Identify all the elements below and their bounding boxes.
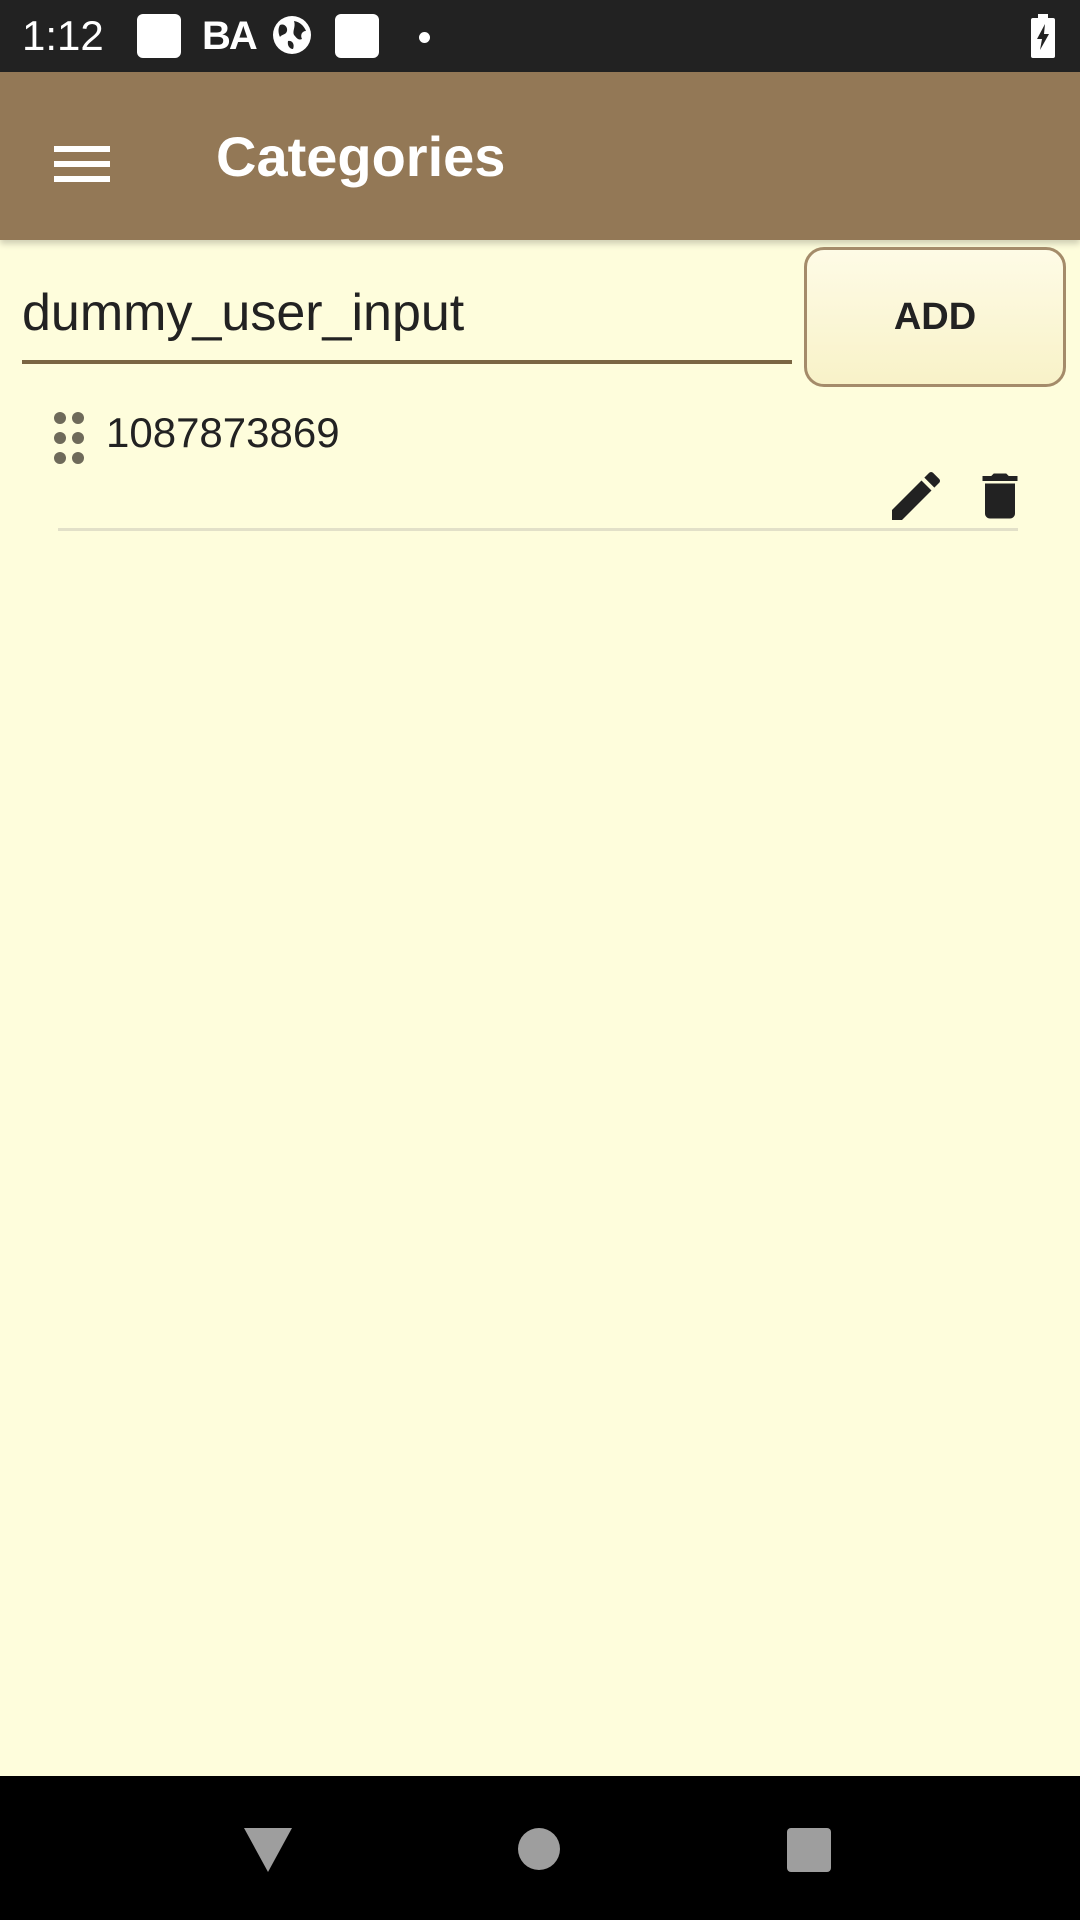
hamburger-menu-icon[interactable] (42, 124, 122, 204)
battery-charging-icon (1031, 14, 1055, 58)
edit-icon[interactable] (884, 464, 948, 528)
divider (58, 528, 1018, 531)
app-bar: Categories (0, 72, 1080, 240)
category-input[interactable] (22, 278, 792, 348)
page-title: Categories (216, 125, 506, 188)
home-icon[interactable] (518, 1828, 560, 1870)
status-bar: 1:12 BA (0, 0, 1080, 72)
dot-icon (419, 32, 430, 43)
recents-icon[interactable] (787, 1828, 831, 1872)
delete-icon[interactable] (970, 464, 1030, 528)
notification-square-icon (137, 14, 181, 58)
drag-handle-icon[interactable] (54, 412, 86, 464)
notification-square-icon (335, 14, 379, 58)
category-input-container (22, 260, 792, 364)
back-icon[interactable] (242, 1826, 294, 1874)
list-item[interactable]: 1087873869 (0, 400, 1080, 532)
ba-icon: BA (202, 14, 258, 58)
category-label: 1087873869 (106, 409, 340, 456)
add-button[interactable]: ADD (804, 247, 1066, 387)
globe-icon (273, 16, 311, 54)
status-time: 1:12 (22, 12, 104, 59)
navigation-bar (0, 1776, 1080, 1920)
